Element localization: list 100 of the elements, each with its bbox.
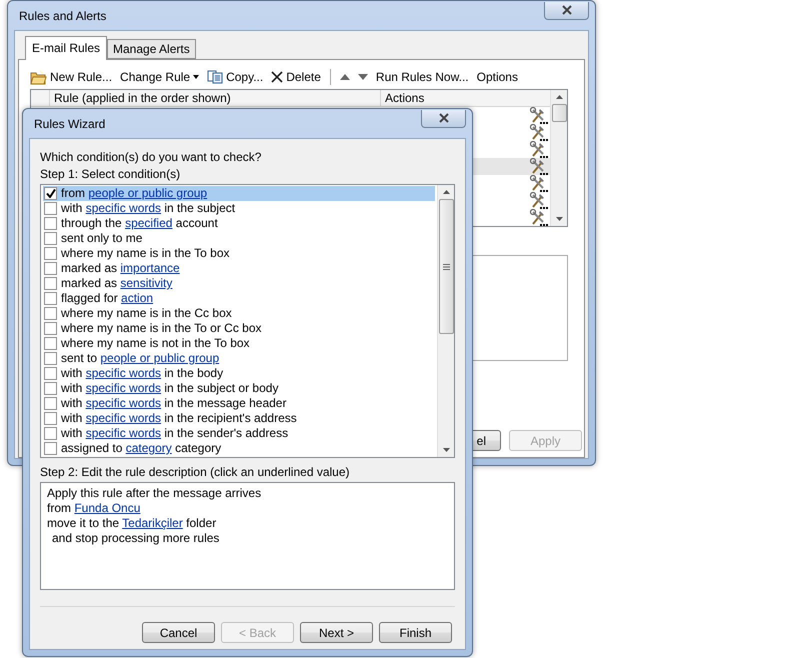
- condition-text: where my name is in the Cc box: [61, 306, 232, 321]
- checkbox[interactable]: [44, 262, 57, 275]
- tools-icon: [530, 175, 548, 192]
- window-title: Rules Wizard: [34, 116, 106, 130]
- grip-icon: [442, 264, 450, 270]
- copy-icon: [207, 70, 224, 84]
- scroll-down-icon[interactable]: [442, 448, 450, 452]
- condition-row[interactable]: where my name is in the To box: [43, 246, 435, 261]
- condition-text: where my name is in the To or Cc box: [61, 321, 262, 336]
- scroll-up-icon[interactable]: [442, 190, 450, 194]
- checkbox[interactable]: [44, 187, 57, 200]
- scrollbar[interactable]: [550, 90, 567, 226]
- condition-row[interactable]: where my name is in the Cc box: [43, 306, 435, 321]
- toolbar-button[interactable]: New Rule...: [30, 70, 112, 84]
- condition-row[interactable]: marked as importance: [43, 261, 435, 276]
- condition-row[interactable]: where my name is in the To or Cc box: [43, 321, 435, 336]
- condition-row[interactable]: with specific words in the subject or body: [43, 381, 435, 396]
- window-title: Rules and Alerts: [19, 8, 106, 22]
- toolbar-button[interactable]: Run Rules Now...: [376, 70, 469, 84]
- step-label: Step 2: Edit the rule description (click an underlined value): [40, 464, 350, 481]
- checkbox[interactable]: [44, 442, 57, 455]
- condition-row[interactable]: with specific words in the message header: [43, 396, 435, 411]
- checkbox[interactable]: [44, 217, 57, 230]
- step-label: Step 1: Select condition(s): [40, 166, 180, 183]
- caret-icon: [193, 75, 200, 79]
- dialog-button[interactable]: Next >: [300, 622, 373, 643]
- checkbox[interactable]: [44, 382, 57, 395]
- checkbox[interactable]: [44, 247, 57, 260]
- condition-text: with specific words in the recipient's address: [61, 411, 297, 426]
- move-up-icon[interactable]: [340, 74, 350, 80]
- question-label: Which condition(s) do you want to check?: [40, 149, 262, 166]
- move-down-icon[interactable]: [358, 74, 368, 80]
- condition-text: where my name is not in the To box: [61, 336, 250, 351]
- condition-text: sent to people or public group: [61, 351, 220, 366]
- condition-text: through the specified account: [61, 216, 218, 231]
- condition-text: where my name is in the To box: [61, 246, 230, 261]
- checkbox[interactable]: [44, 202, 57, 215]
- tab[interactable]: Manage Alerts: [107, 39, 196, 59]
- column-header[interactable]: Rule (applied in the order shown): [49, 90, 380, 106]
- description-line: and stop processing more rules: [51, 531, 220, 546]
- folder-icon: [30, 70, 47, 84]
- condition-text: with specific words in the subject: [61, 201, 236, 216]
- condition-row[interactable]: flagged for action: [43, 291, 435, 306]
- condition-text: flagged for action: [61, 291, 154, 306]
- condition-text: marked as sensitivity: [61, 276, 172, 291]
- checkbox[interactable]: [44, 322, 57, 335]
- description-line: move it to the Tedarikçiler folder: [47, 516, 218, 531]
- checkbox[interactable]: [44, 337, 57, 350]
- close-icon: [436, 113, 450, 123]
- checkbox[interactable]: [44, 427, 57, 440]
- condition-text: with specific words in the message header: [61, 396, 286, 411]
- checkbox[interactable]: [44, 367, 57, 380]
- condition-text: sent only to me: [61, 231, 142, 246]
- condition-text: with specific words in the subject or body: [61, 381, 278, 396]
- checkbox[interactable]: [44, 277, 57, 290]
- condition-row[interactable]: through the specified account: [43, 216, 435, 231]
- condition-text: with specific words in the sender's address: [61, 426, 288, 441]
- condition-text: assigned to category category: [61, 441, 222, 456]
- close-icon: [271, 71, 284, 83]
- condition-row[interactable]: with specific words in the recipient's address: [43, 411, 435, 426]
- description-line: from Funda Oncu: [47, 501, 142, 516]
- scroll-down-icon[interactable]: [556, 217, 562, 221]
- tools-icon: [530, 141, 548, 158]
- tools-icon: [530, 192, 548, 209]
- condition-row[interactable]: from people or public group: [43, 186, 435, 201]
- condition-text: marked as importance: [61, 261, 180, 276]
- condition-text: from people or public group: [61, 186, 208, 201]
- checkbox[interactable]: [44, 307, 57, 320]
- condition-row[interactable]: assigned to category category: [43, 441, 435, 456]
- condition-row[interactable]: with specific words in the sender's address: [43, 426, 435, 441]
- condition-row[interactable]: with specific words in the subject: [43, 201, 435, 216]
- checkbox[interactable]: [44, 412, 57, 425]
- scroll-thumb[interactable]: [552, 104, 566, 122]
- description-line: Apply this rule after the message arrives: [47, 486, 262, 501]
- condition-row[interactable]: with specific words in the body: [43, 366, 435, 381]
- checkbox[interactable]: [44, 352, 57, 365]
- scroll-up-icon[interactable]: [556, 95, 562, 99]
- checkbox[interactable]: [44, 232, 57, 245]
- condition-row[interactable]: marked as sensitivity: [43, 276, 435, 291]
- tools-icon: [530, 107, 548, 124]
- condition-row[interactable]: sent only to me: [43, 231, 435, 246]
- condition-row[interactable]: sent to people or public group: [43, 351, 435, 366]
- scrollbar[interactable]: [437, 185, 454, 457]
- toolbar-button[interactable]: Delete: [271, 70, 321, 84]
- tools-icon: [530, 158, 548, 175]
- dialog-button[interactable]: Cancel: [142, 622, 215, 643]
- toolbar-button[interactable]: Options: [476, 70, 518, 84]
- tab[interactable]: E-mail Rules: [25, 36, 108, 60]
- condition-text: with specific words in the body: [61, 366, 224, 381]
- condition-row[interactable]: where my name is not in the To box: [43, 336, 435, 351]
- close-button[interactable]: [544, 2, 589, 20]
- toolbar-button[interactable]: Copy...: [207, 70, 264, 84]
- scroll-thumb[interactable]: [438, 199, 454, 334]
- close-icon: [560, 5, 574, 15]
- dialog-button[interactable]: Finish: [379, 622, 452, 643]
- checkbox[interactable]: [44, 397, 57, 410]
- toolbar-button[interactable]: Change Rule: [120, 70, 200, 84]
- tools-icon: [530, 124, 548, 141]
- checkbox[interactable]: [44, 292, 57, 305]
- close-button[interactable]: [421, 110, 466, 128]
